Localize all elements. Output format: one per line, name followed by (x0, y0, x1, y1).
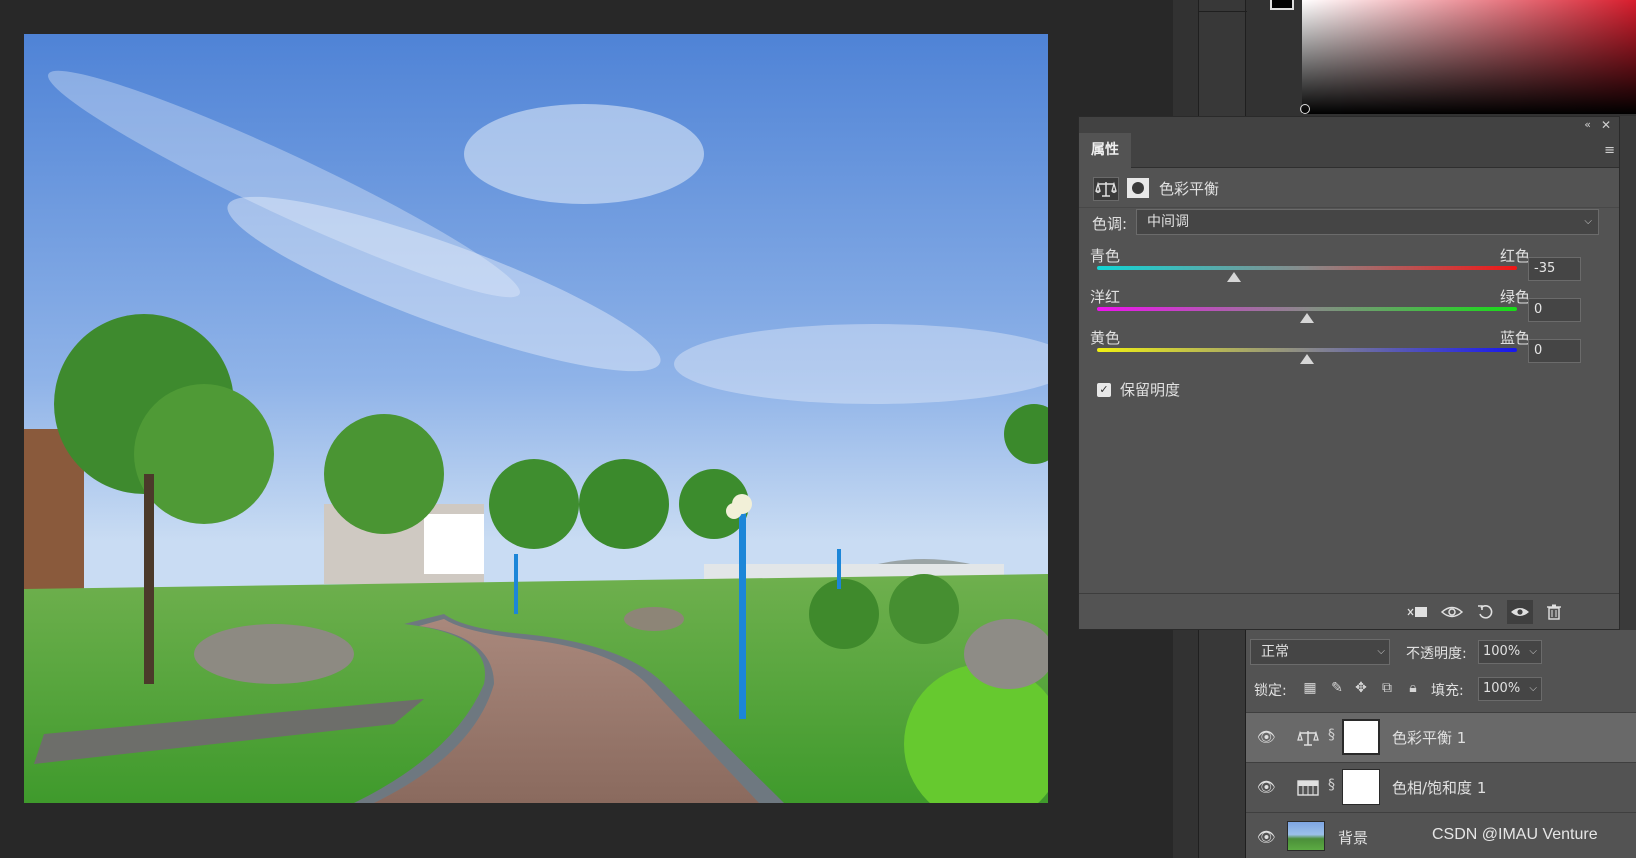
slider-cyan-red: 青色 红色 -35 (1079, 245, 1619, 287)
layer-row-color-balance[interactable]: 👁︎ § 色彩平衡 1 (1246, 712, 1636, 762)
slider-left-label: 青色 (1090, 247, 1121, 265)
trash-icon[interactable] (1541, 600, 1567, 624)
panel-title-bar[interactable]: « ✕ (1079, 117, 1619, 133)
slider-track[interactable] (1097, 307, 1517, 311)
tone-select[interactable]: 中间调 ⌵ (1136, 209, 1599, 235)
panel-menu-icon[interactable]: ≡ (1604, 143, 1615, 158)
slider-thumb[interactable] (1226, 272, 1241, 282)
visibility-eye-icon[interactable] (1507, 600, 1533, 624)
panel-edge (1620, 116, 1636, 630)
lock-image-pixels-icon[interactable]: ✎ (1328, 679, 1346, 697)
adjustment-header: 色彩平衡 (1079, 168, 1619, 208)
color-picker-ring[interactable] (1300, 104, 1310, 114)
park-photo-image (24, 34, 1048, 803)
opacity-input[interactable]: 100% ⌵ (1478, 640, 1542, 664)
layer-name[interactable]: 色彩平衡 1 (1392, 727, 1466, 748)
clip-to-layer-icon[interactable] (1405, 600, 1431, 624)
watermark-text: CSDN @IMAU Venture (1432, 826, 1598, 843)
layer-mask-icon[interactable] (1127, 178, 1149, 198)
slider-left-label: 黄色 (1090, 329, 1121, 347)
fill-label: 填充: (1431, 683, 1464, 699)
preserve-luminosity-checkbox[interactable]: ✓ 保留明度 (1097, 379, 1180, 400)
layer-visibility-eye-icon[interactable]: 👁︎ (1257, 828, 1276, 846)
slider-yellow-blue: 黄色 蓝色 0 (1079, 327, 1619, 369)
fill-input[interactable]: 100% ⌵ (1478, 677, 1542, 701)
layer-name[interactable]: 色相/饱和度 1 (1392, 777, 1486, 798)
reset-icon[interactable] (1473, 600, 1499, 624)
lock-position-icon[interactable]: ✥ (1352, 679, 1370, 697)
lock-transparent-pixels-icon[interactable]: ▦ (1301, 679, 1319, 697)
preserve-luminosity-label: 保留明度 (1120, 381, 1181, 399)
chevron-down-icon[interactable]: ⌵ (1529, 641, 1537, 663)
mask-link-icon[interactable]: § (1328, 777, 1335, 793)
layer-thumbnail[interactable] (1287, 821, 1325, 851)
tone-label: 色调: (1092, 215, 1128, 233)
tone-select-value: 中间调 (1147, 214, 1189, 230)
close-icon[interactable]: ✕ (1601, 117, 1611, 133)
color-balance-icon[interactable] (1093, 177, 1119, 201)
slider-thumb[interactable] (1300, 354, 1314, 364)
slider-right-label: 蓝色 (1499, 329, 1530, 347)
adjustment-title: 色彩平衡 (1159, 180, 1220, 198)
layer-name[interactable]: 背景 (1338, 827, 1368, 848)
foreground-color-swatch[interactable] (1270, 0, 1294, 10)
blend-mode-value: 正常 (1261, 644, 1289, 660)
slider-value-input[interactable]: -35 (1528, 257, 1581, 281)
tab-properties[interactable]: 属性 (1079, 133, 1131, 168)
opacity-label: 不透明度: (1406, 646, 1467, 662)
slider-value-input[interactable]: 0 (1528, 339, 1581, 363)
chevron-down-icon: ⌵ (1377, 646, 1385, 657)
slider-left-label: 洋红 (1090, 288, 1121, 306)
color-balance-icon (1296, 727, 1320, 749)
layer-visibility-eye-icon[interactable]: 👁︎ (1257, 778, 1276, 796)
slider-track[interactable] (1097, 266, 1517, 270)
layer-row-hue-saturation[interactable]: 👁︎ § 色相/饱和度 1 (1246, 762, 1636, 812)
lock-all-icon[interactable]: 🔒︎ (1404, 679, 1422, 697)
color-picker-field[interactable] (1302, 0, 1636, 114)
layer-visibility-eye-icon[interactable]: 👁︎ (1257, 728, 1276, 746)
opacity-value: 100% (1483, 644, 1521, 659)
panel-tab-bar: 属性 ≡ (1079, 133, 1619, 168)
mask-link-icon[interactable]: § (1328, 727, 1335, 743)
hue-saturation-icon (1296, 777, 1320, 799)
chevron-down-icon[interactable]: ⌵ (1529, 678, 1537, 700)
slider-track[interactable] (1097, 348, 1517, 352)
view-previous-state-icon[interactable] (1439, 600, 1465, 624)
slider-magenta-green: 洋红 绿色 0 (1079, 286, 1619, 328)
slider-right-label: 绿色 (1499, 288, 1530, 306)
layer-mask-thumbnail[interactable] (1342, 719, 1380, 755)
collapse-icon[interactable]: « (1584, 117, 1591, 133)
slider-value-input[interactable]: 0 (1528, 298, 1581, 322)
slider-thumb[interactable] (1300, 313, 1314, 323)
fill-value: 100% (1483, 681, 1521, 696)
chevron-down-icon: ⌵ (1584, 216, 1592, 227)
slider-right-label: 红色 (1499, 247, 1530, 265)
layer-mask-thumbnail[interactable] (1342, 769, 1380, 805)
lock-label: 锁定: (1254, 683, 1287, 699)
blend-mode-select[interactable]: 正常 ⌵ (1250, 639, 1390, 665)
canvas-photo[interactable] (24, 34, 1048, 803)
properties-footer (1079, 593, 1619, 629)
checkbox-check-icon[interactable]: ✓ (1097, 382, 1111, 397)
lock-artboard-icon[interactable]: ⧉ (1378, 679, 1396, 697)
properties-panel: « ✕ 属性 ≡ 色彩平衡 色调: 中间调 ⌵ 青色 红色 -35 洋红 绿色 … (1078, 116, 1620, 630)
layers-panel: 正常 ⌵ 不透明度: 100% ⌵ 锁定: ▦ ✎ ✥ ⧉ 🔒︎ 填充: 100… (1246, 630, 1636, 858)
